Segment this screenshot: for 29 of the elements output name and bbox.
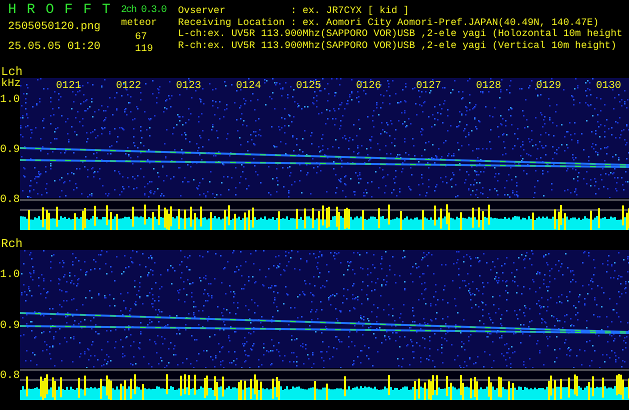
axis-label: 0.9 [0,144,20,156]
file-name: 2505050120.png [8,21,100,34]
channel-label: Lch [1,66,23,78]
time-label: 0127 [416,80,442,92]
info-line: L-ch:ex. UV5R 113.900Mhz(SAPPORO VOR)USB ,2-ele yagi (Holozontal 10m height [178,28,622,40]
info-line: R-ch:ex. UV5R 113.900Mhz(SAPPORO VOR)USB ,2-ele yagi (Vertical 10m height) [178,40,618,51]
axis-label: 0.8 [0,194,20,206]
info-line: Ovserver : ex. JR7CYX [ kid ] [178,5,410,16]
channel-label: Rch [1,238,23,250]
time-label: 0121 [56,80,82,92]
meteor-label: meteor [121,18,158,30]
axis-label: 1.0 [0,269,20,281]
time-label: 0130 [596,80,622,92]
time-label: 0128 [476,80,502,92]
info-line: Receiving Location : ex. Aomori City Aomori-Pref.JAPAN(40.49N, 140.47E) [178,16,600,28]
version-label: 2ch 0.3.0 [121,5,166,17]
meteor-count: 67 [135,32,148,44]
time-label: 0129 [536,80,562,92]
meteor-count: 119 [135,44,154,56]
unit-label: kHz [1,78,21,90]
time-label: 0123 [176,80,202,92]
timestamp: 25.05.05 01:20 [8,41,100,54]
time-label: 0124 [236,80,262,92]
app-title: H R O F F T [8,3,112,17]
time-label: 0126 [356,80,382,92]
axis-label: 0.9 [0,320,20,332]
axis-label: 1.0 [0,94,20,106]
axis-label: 0.8 [0,370,20,382]
time-label: 0122 [116,80,142,92]
